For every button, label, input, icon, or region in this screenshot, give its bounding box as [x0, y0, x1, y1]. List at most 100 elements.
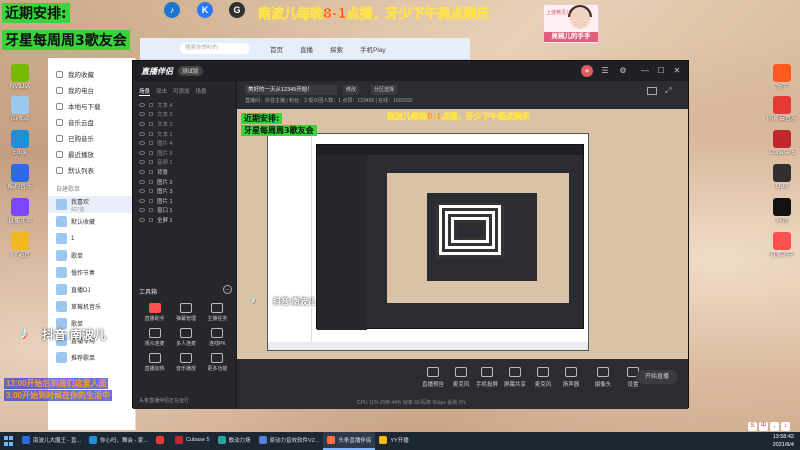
- windows-start-icon[interactable]: [0, 432, 18, 450]
- taskbar-app[interactable]: 头条直播伴侣: [323, 432, 376, 450]
- desktop-icon[interactable]: NVIDIA: [2, 64, 38, 91]
- ime-mode-icon[interactable]: 中: [759, 421, 768, 431]
- source-item[interactable]: 文本 2: [133, 119, 236, 129]
- scene-tab[interactable]: 场景: [139, 87, 151, 96]
- eye-icon[interactable]: [139, 179, 145, 184]
- lock-icon[interactable]: [149, 179, 153, 184]
- eye-icon[interactable]: [139, 121, 145, 126]
- desktop-icon[interactable]: 网易云音乐: [764, 96, 800, 123]
- tool-button[interactable]: 弹幕管理: [170, 303, 201, 322]
- taskbar-clock[interactable]: 13:58:42 2021/6/4: [773, 433, 794, 449]
- avatar-icon[interactable]: ●: [581, 65, 593, 77]
- eye-icon[interactable]: [139, 198, 145, 203]
- lock-icon[interactable]: [149, 102, 153, 107]
- close-icon[interactable]: ✕: [671, 65, 683, 77]
- launcher-icon[interactable]: G: [229, 2, 245, 18]
- tool-button[interactable]: 直播加热: [139, 353, 170, 372]
- lock-icon[interactable]: [149, 189, 153, 194]
- add-tool-icon[interactable]: –: [223, 285, 232, 294]
- minimize-icon[interactable]: —: [639, 65, 651, 77]
- playlist-item[interactable]: 我喜欢 427首: [48, 196, 135, 213]
- source-item[interactable]: 图片 2: [133, 177, 236, 187]
- ime-voice-icon[interactable]: ♪: [781, 421, 790, 431]
- source-item[interactable]: 文本 1: [133, 129, 236, 139]
- music-nav-item[interactable]: 我的收藏: [48, 66, 135, 82]
- edit-tag-button[interactable]: 修改: [343, 85, 360, 95]
- music-nav-item[interactable]: 最近播放: [48, 146, 135, 162]
- desktop-icon[interactable]: 酷狗音乐: [2, 164, 38, 191]
- lock-icon[interactable]: [149, 150, 153, 155]
- tool-button[interactable]: 主播任务: [202, 303, 233, 322]
- stream-preview[interactable]: 南波儿每晚8-1点播，牙少下午俩点娱乐 近期安排: 牙星每周周3歌友会 ♪ 抖音…: [237, 109, 688, 359]
- eye-icon[interactable]: [139, 189, 145, 194]
- music-tab-phone[interactable]: 手机Play: [360, 44, 386, 54]
- bottom-action-button[interactable]: 扬声器: [553, 367, 589, 388]
- eye-icon[interactable]: [139, 112, 145, 117]
- eye-icon[interactable]: [139, 150, 145, 155]
- maximize-icon[interactable]: ☐: [655, 65, 667, 77]
- taskbar-app[interactable]: 你心吗，舞会 - 家...: [85, 432, 152, 450]
- eye-icon[interactable]: [139, 102, 145, 107]
- launcher-icon[interactable]: K: [197, 2, 213, 18]
- start-live-button[interactable]: 开始直播: [636, 370, 678, 384]
- taskbar-app[interactable]: [152, 432, 171, 450]
- desktop-icon[interactable]: OBS: [764, 164, 800, 191]
- desktop-icon[interactable]: 直播助手: [764, 232, 800, 259]
- ime-punct-icon[interactable]: ,: [770, 421, 779, 431]
- layout-icon[interactable]: [647, 87, 657, 95]
- source-item[interactable]: 背景: [133, 167, 236, 177]
- taskbar-app[interactable]: 南波儿大魔王 - 直...: [18, 432, 85, 450]
- lock-icon[interactable]: [149, 160, 153, 165]
- lock-icon[interactable]: [149, 169, 153, 174]
- source-item[interactable]: 图片 1: [133, 196, 236, 206]
- lock-icon[interactable]: [149, 208, 153, 213]
- music-nav-item[interactable]: 已购音乐: [48, 130, 135, 146]
- playlist-item[interactable]: 草莓机音乐: [48, 298, 135, 315]
- music-nav-item[interactable]: 我的电台: [48, 82, 135, 98]
- music-nav-item[interactable]: 默认列表: [48, 162, 135, 178]
- settings-icon[interactable]: ⚙: [617, 65, 629, 77]
- taskbar-app[interactable]: Cubase 5: [171, 432, 214, 450]
- tool-button[interactable]: 观众连麦: [139, 328, 170, 347]
- source-item[interactable]: 音频 1: [133, 158, 236, 168]
- lock-icon[interactable]: [149, 141, 153, 146]
- eye-icon[interactable]: [139, 208, 145, 213]
- lock-icon[interactable]: [149, 131, 153, 136]
- desktop-icon[interactable]: 抖音: [764, 198, 800, 225]
- music-tab-home[interactable]: 首页: [270, 44, 283, 54]
- music-nav-item[interactable]: 音乐云盘: [48, 114, 135, 130]
- eye-icon[interactable]: [139, 160, 145, 165]
- taskbar-app[interactable]: YY开播: [375, 432, 412, 450]
- desktop-icon[interactable]: Cubase 5: [764, 130, 800, 157]
- ime-toolbar[interactable]: S 中 , ♪: [748, 420, 800, 432]
- source-item[interactable]: 全屏 1: [133, 215, 236, 225]
- taskbar-app[interactable]: 原动力音效软件V2...: [255, 432, 324, 450]
- music-nav-item[interactable]: 本地与下载: [48, 98, 135, 114]
- source-item[interactable]: 文本 4: [133, 100, 236, 110]
- desktop-icon[interactable]: YY语音: [2, 232, 38, 259]
- tool-button[interactable]: 更多功能: [202, 353, 233, 372]
- source-item[interactable]: 窗口 1: [133, 206, 236, 216]
- tool-button[interactable]: 多人连麦: [170, 328, 201, 347]
- playlist-item[interactable]: 默认收藏: [48, 213, 135, 230]
- eye-icon[interactable]: [139, 141, 145, 146]
- eye-icon[interactable]: [139, 131, 145, 136]
- playlist-item[interactable]: 歌单: [48, 247, 135, 264]
- eye-icon[interactable]: [139, 169, 145, 174]
- scene-tab[interactable]: 可添加: [173, 87, 190, 96]
- lock-icon[interactable]: [149, 198, 153, 203]
- eye-icon[interactable]: [139, 217, 145, 222]
- scene-tab[interactable]: 场景: [196, 87, 207, 96]
- music-search-field[interactable]: 搜索你想听的: [180, 43, 250, 54]
- menu-icon[interactable]: ☰: [599, 65, 611, 77]
- desktop-icon[interactable]: 直播伴侣: [2, 198, 38, 225]
- playlist-item[interactable]: 推荐歌单: [48, 349, 135, 366]
- tool-button[interactable]: 音乐播放: [170, 353, 201, 372]
- source-item[interactable]: 图片 5: [133, 148, 236, 158]
- tool-button[interactable]: 直播助手: [139, 303, 170, 322]
- desktop-icon[interactable]: 回收站: [2, 96, 38, 123]
- music-tab-explore[interactable]: 探索: [330, 44, 343, 54]
- launcher-icon[interactable]: ♪: [164, 2, 180, 18]
- playlist-item[interactable]: 慢炸节奏: [48, 264, 135, 281]
- source-item[interactable]: 文本 3: [133, 110, 236, 120]
